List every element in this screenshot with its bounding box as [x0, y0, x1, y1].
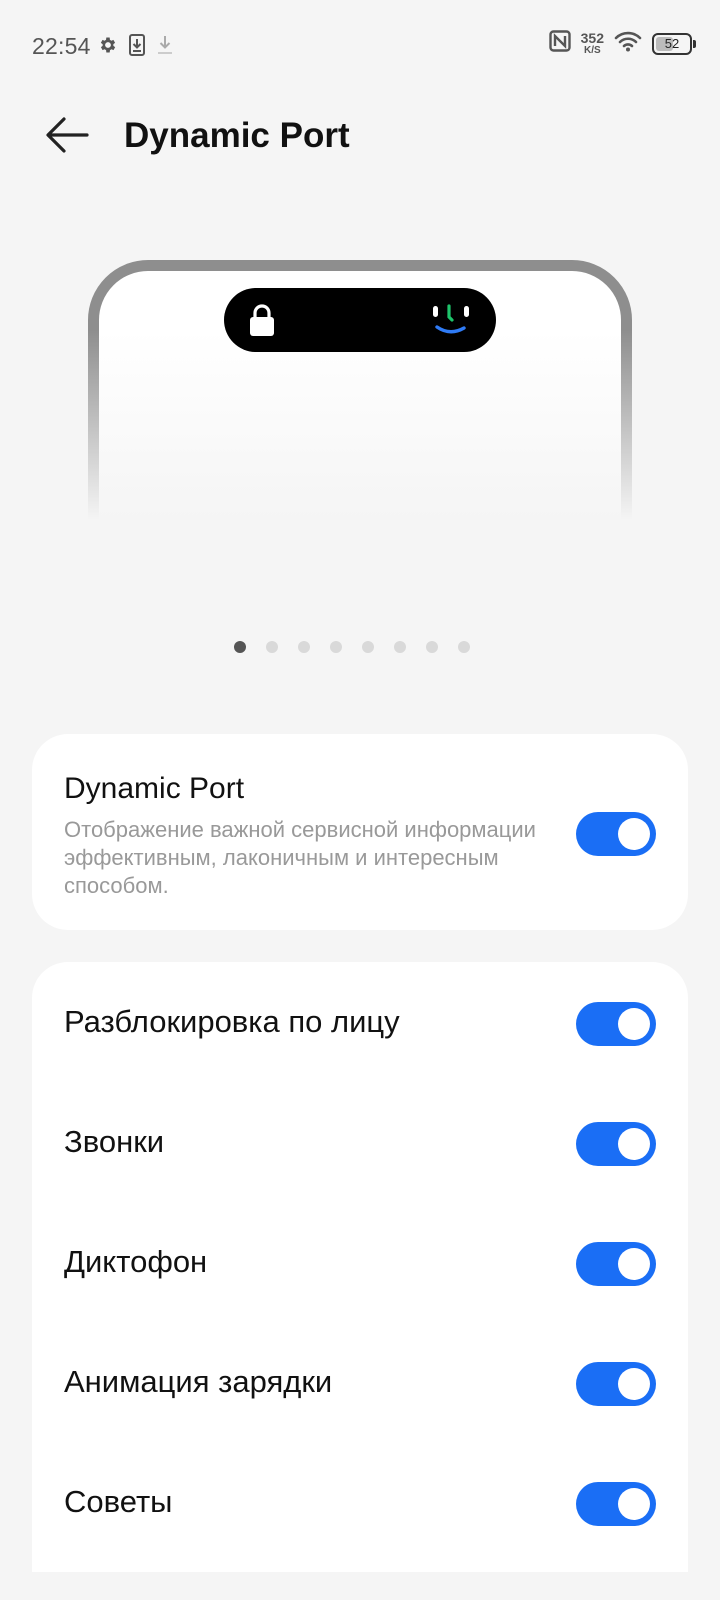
dynamic-port-card: Dynamic Port Отображение важной сервисно… [32, 734, 688, 930]
recorder-toggle[interactable] [576, 1242, 656, 1286]
feature-label: Советы [64, 1484, 173, 1519]
toggle-knob [618, 1008, 650, 1040]
feature-row-tips[interactable]: Советы [32, 1442, 688, 1562]
page-title: Dynamic Port [124, 116, 350, 155]
page-dot[interactable] [458, 641, 470, 653]
tips-toggle[interactable] [576, 1482, 656, 1526]
page-dot[interactable] [394, 641, 406, 653]
status-right-icons: 352 K/S 52 [548, 30, 696, 57]
toggle-knob [618, 1128, 650, 1160]
dynamic-port-pill [224, 288, 496, 352]
nfc-icon [548, 30, 571, 57]
dynamic-port-setting-title: Dynamic Port [64, 772, 245, 805]
feature-label: Звонки [64, 1124, 165, 1159]
toggle-knob [618, 1248, 650, 1280]
status-time: 22:54 [32, 33, 91, 59]
calls-toggle[interactable] [576, 1122, 656, 1166]
battery-icon: 52 [652, 32, 696, 55]
wifi-icon [614, 30, 642, 57]
lock-icon [248, 303, 276, 342]
arrow-left-icon [45, 116, 89, 159]
feature-row-face-unlock[interactable]: Разблокировка по лицу [32, 962, 688, 1082]
page-dot[interactable] [234, 641, 246, 653]
status-left-icons [98, 34, 174, 61]
face-unlock-toggle[interactable] [576, 1002, 656, 1046]
network-speed: 352 K/S [581, 31, 604, 56]
feature-label: Диктофон [64, 1244, 208, 1279]
toggle-knob [618, 1488, 650, 1520]
dynamic-port-preview[interactable] [88, 260, 632, 520]
dynamic-port-toggle[interactable] [576, 812, 656, 856]
battery-level: 52 [664, 36, 680, 51]
page-dot[interactable] [266, 641, 278, 653]
back-button[interactable] [40, 110, 94, 164]
download-icon [156, 34, 174, 61]
page-dot[interactable] [362, 641, 374, 653]
features-card: Разблокировка по лицу Звонки Диктофон Ан… [32, 962, 688, 1572]
toggle-knob [618, 1368, 650, 1400]
app-header: Dynamic Port [0, 92, 720, 182]
network-speed-value: 352 [580, 30, 604, 46]
feature-row-recorder[interactable]: Диктофон [32, 1202, 688, 1322]
network-speed-unit: K/S [583, 45, 601, 56]
page-indicator [0, 641, 712, 653]
feature-row-charging-animation[interactable]: Анимация зарядки [32, 1322, 688, 1442]
gear-icon [98, 35, 118, 60]
page-dot[interactable] [330, 641, 342, 653]
download-box-icon [128, 34, 146, 61]
feature-label: Разблокировка по лицу [64, 1004, 400, 1039]
page-dot[interactable] [298, 641, 310, 653]
page-dot[interactable] [426, 641, 438, 653]
toggle-knob [618, 818, 650, 850]
phone-frame-fade [88, 330, 632, 520]
status-bar: 22:54 352 K/S 52 [0, 0, 720, 92]
dynamic-port-setting-description: Отображение важной сервисной информации … [64, 817, 536, 898]
face-unlock-icon [430, 302, 470, 343]
feature-row-calls[interactable]: Звонки [32, 1082, 688, 1202]
feature-label: Анимация зарядки [64, 1364, 333, 1399]
charging-animation-toggle[interactable] [576, 1362, 656, 1406]
